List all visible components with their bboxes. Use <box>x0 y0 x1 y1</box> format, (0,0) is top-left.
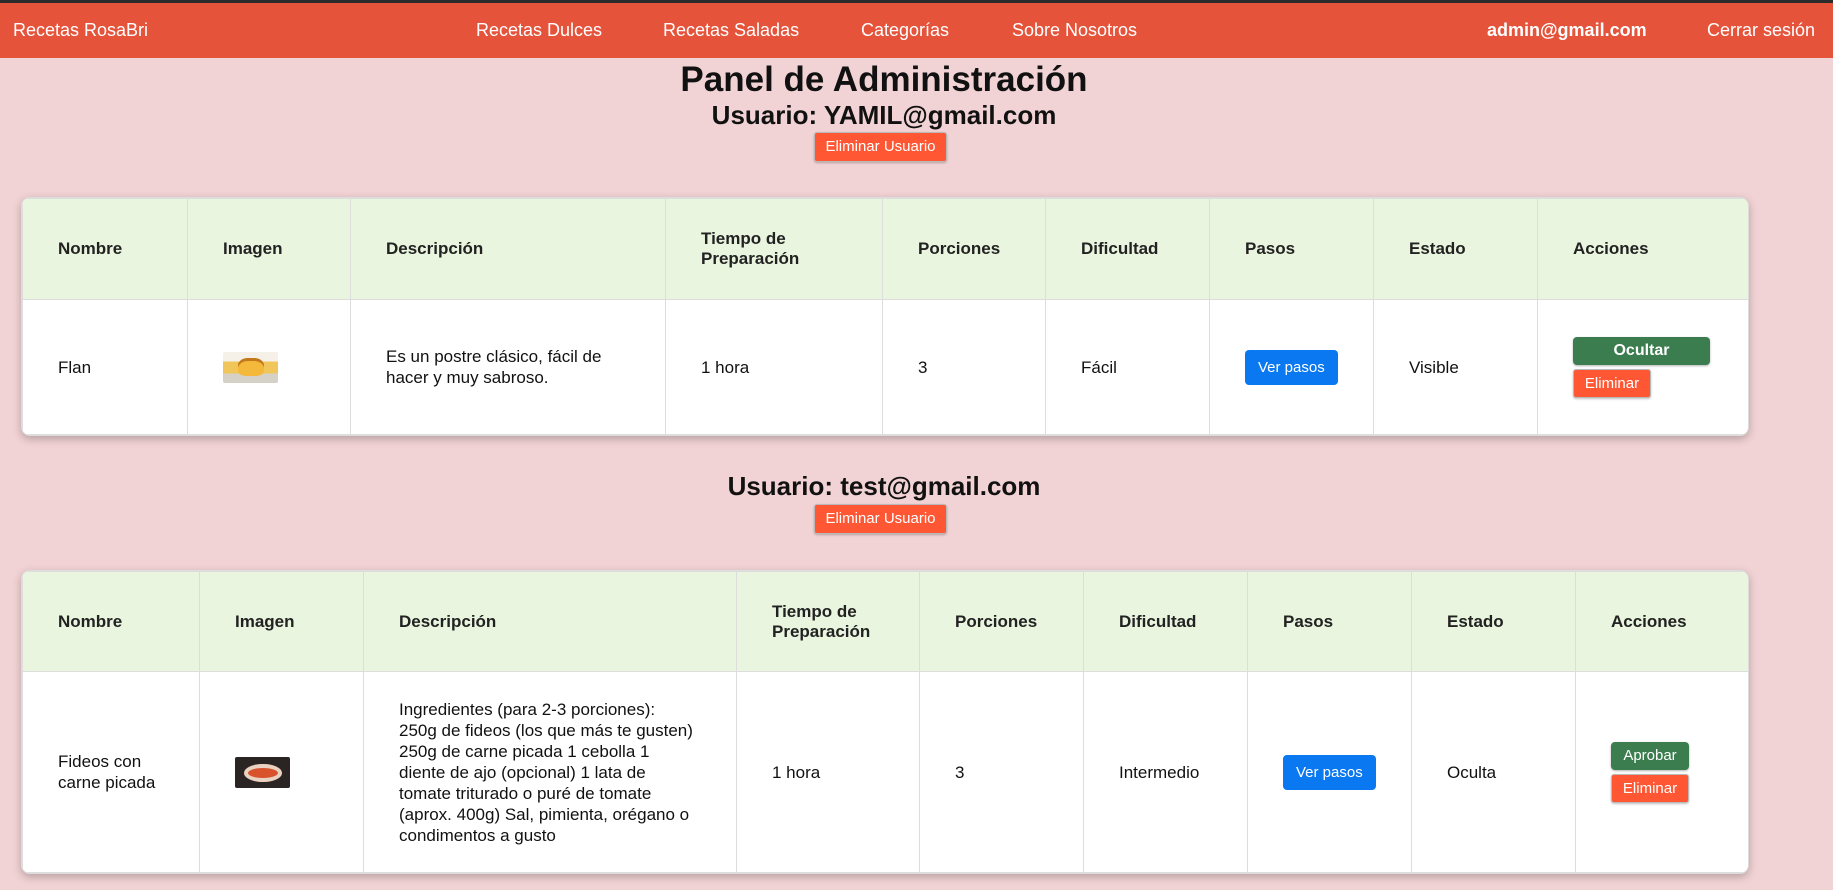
nav-link-recetas-saladas[interactable]: Recetas Saladas <box>663 20 799 41</box>
column-header-estado: Estado <box>1411 571 1576 672</box>
nav-link-recetas-dulces[interactable]: Recetas Dulces <box>476 20 602 41</box>
table-row: Fideos con carne picada Ingredientes (pa… <box>22 671 1748 873</box>
recipe-actions-cell: Ocultar Eliminar <box>1537 299 1748 435</box>
user-title: Usuario: test@gmail.com <box>727 471 1041 501</box>
recipe-difficulty: Fácil <box>1045 299 1210 435</box>
user-title: Usuario: YAMIL@gmail.com <box>711 100 1057 130</box>
flan-photo-icon <box>223 351 278 383</box>
column-header-nombre: Nombre <box>22 198 188 300</box>
approve-recipe-button[interactable]: Aprobar <box>1611 741 1689 770</box>
column-header-pasos: Pasos <box>1209 198 1374 300</box>
fideos-photo-icon <box>235 756 290 788</box>
recipe-image-cell <box>187 299 351 435</box>
hide-recipe-button[interactable]: Ocultar <box>1573 336 1710 365</box>
recipe-name: Fideos con carne picada <box>22 671 200 873</box>
column-header-porciones: Porciones <box>882 198 1046 300</box>
recipe-name: Flan <box>22 299 188 435</box>
recipe-description: Ingredientes (para 2-3 porciones): 250g … <box>363 671 737 873</box>
column-header-nombre: Nombre <box>22 571 200 672</box>
recipe-status: Visible <box>1373 299 1538 435</box>
view-steps-button[interactable]: Ver pasos <box>1283 754 1376 790</box>
column-header-pasos: Pasos <box>1247 571 1412 672</box>
delete-user-button[interactable]: Eliminar Usuario <box>814 504 947 534</box>
current-user-email: admin@gmail.com <box>1487 20 1647 40</box>
delete-user-button[interactable]: Eliminar Usuario <box>814 132 947 162</box>
recipe-steps-cell: Ver pasos <box>1247 671 1412 873</box>
recipe-table-card: Nombre Imagen Descripción Tiempo de Prep… <box>21 570 1749 874</box>
recipe-table: Nombre Imagen Descripción Tiempo de Prep… <box>22 571 1748 873</box>
column-header-dificultad: Dificultad <box>1045 198 1210 300</box>
view-steps-button[interactable]: Ver pasos <box>1245 349 1338 385</box>
column-header-estado: Estado <box>1373 198 1538 300</box>
table-header-row: Nombre Imagen Descripción Tiempo de Prep… <box>22 571 1748 672</box>
column-header-acciones: Acciones <box>1575 571 1748 672</box>
table-row: Flan Es un postre clásico, fácil de hace… <box>22 299 1748 435</box>
recipe-description: Es un postre clásico, fácil de hacer y m… <box>350 299 666 435</box>
column-header-tiempo: Tiempo de Preparación <box>665 198 883 300</box>
column-header-tiempo: Tiempo de Preparación <box>736 571 920 672</box>
recipe-table-card: Nombre Imagen Descripción Tiempo de Prep… <box>21 197 1749 436</box>
column-header-descripcion: Descripción <box>363 571 737 672</box>
recipe-actions-cell: Aprobar Eliminar <box>1575 671 1748 873</box>
column-header-imagen: Imagen <box>187 198 351 300</box>
navbar: Recetas RosaBri Recetas Dulces Recetas S… <box>0 3 1833 58</box>
recipe-status: Oculta <box>1411 671 1576 873</box>
table-header-row: Nombre Imagen Descripción Tiempo de Prep… <box>22 198 1748 300</box>
brand-link[interactable]: Recetas RosaBri <box>13 20 148 41</box>
delete-recipe-button[interactable]: Eliminar <box>1573 368 1651 398</box>
recipe-portions: 3 <box>919 671 1084 873</box>
nav-link-sobre-nosotros[interactable]: Sobre Nosotros <box>1012 20 1137 41</box>
recipe-prep-time: 1 hora <box>736 671 920 873</box>
nav-link-categorias[interactable]: Categorías <box>861 20 949 41</box>
column-header-imagen: Imagen <box>199 571 364 672</box>
recipe-steps-cell: Ver pasos <box>1209 299 1374 435</box>
recipe-portions: 3 <box>882 299 1046 435</box>
recipe-prep-time: 1 hora <box>665 299 883 435</box>
recipe-difficulty: Intermedio <box>1083 671 1248 873</box>
column-header-descripcion: Descripción <box>350 198 666 300</box>
column-header-porciones: Porciones <box>919 571 1084 672</box>
logout-link[interactable]: Cerrar sesión <box>1707 20 1815 41</box>
delete-recipe-button[interactable]: Eliminar <box>1611 773 1689 803</box>
column-header-acciones: Acciones <box>1537 198 1748 300</box>
column-header-dificultad: Dificultad <box>1083 571 1248 672</box>
recipe-table: Nombre Imagen Descripción Tiempo de Prep… <box>22 198 1748 435</box>
page-title: Panel de Administración <box>680 60 1088 99</box>
recipe-image-cell <box>199 671 364 873</box>
